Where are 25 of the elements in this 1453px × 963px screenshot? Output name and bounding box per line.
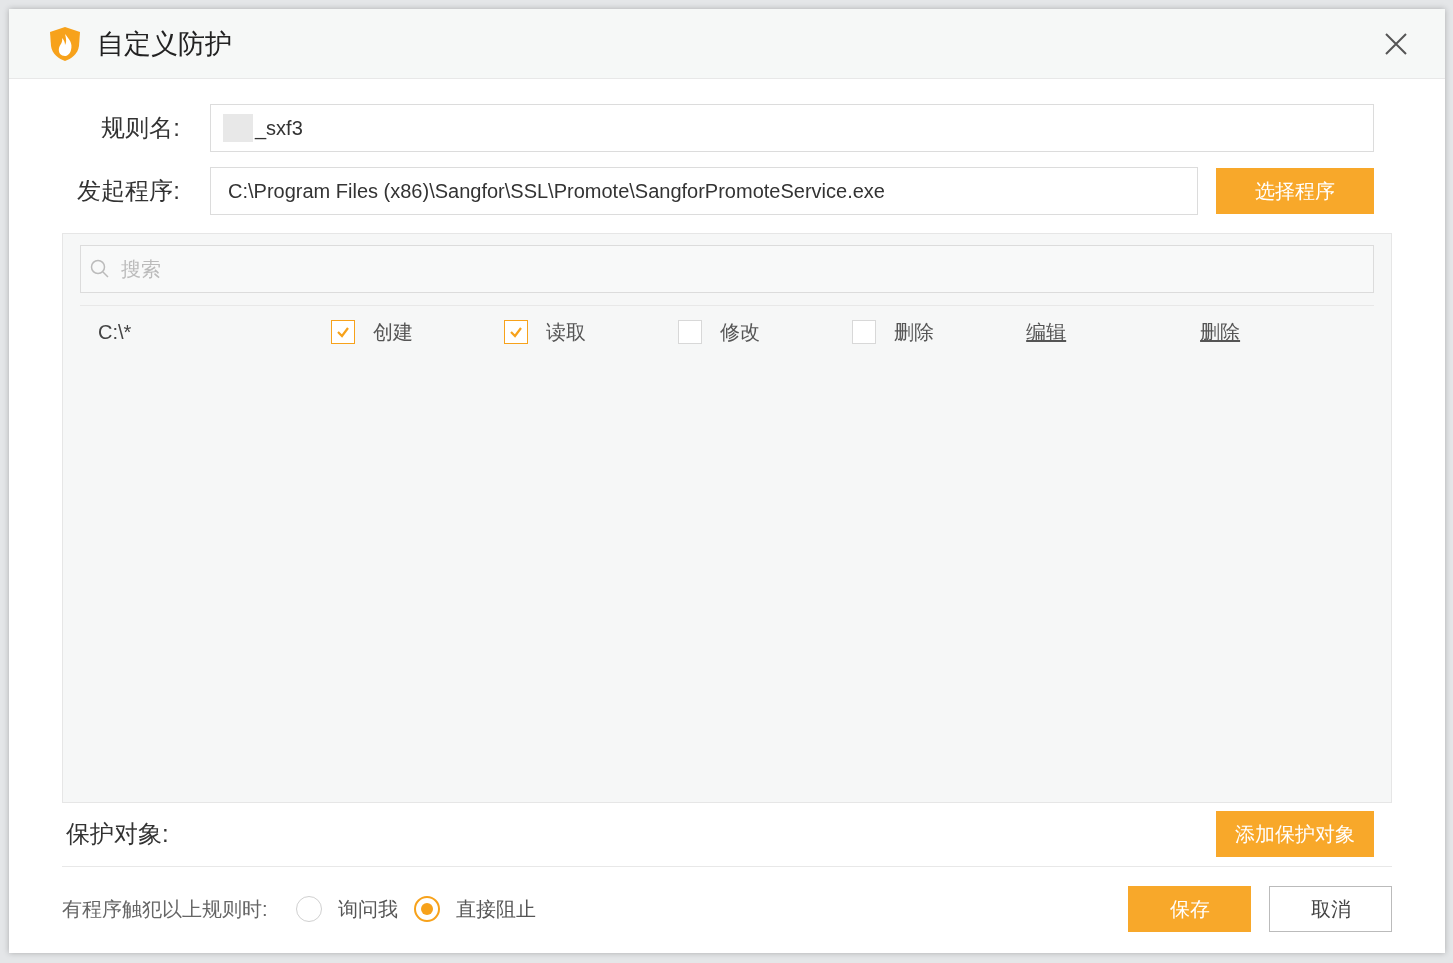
field-label: 规则名:: [100, 113, 180, 143]
checkbox-label: 读取: [546, 319, 587, 345]
checkbox[interactable]: [852, 320, 877, 344]
checkbox[interactable]: [504, 320, 529, 344]
shield-flame-icon: [49, 25, 81, 62]
checkbox-label: 创建: [372, 319, 413, 345]
checkbox[interactable]: [330, 320, 355, 344]
rule-name-field[interactable]: _sxf3: [210, 104, 1374, 152]
action-link[interactable]: 编辑: [1026, 318, 1201, 346]
checkbox-label: 修改: [720, 319, 761, 345]
field-label: 发起程序:: [76, 176, 180, 206]
section-label: 保护对象:: [66, 819, 169, 849]
checkbox[interactable]: [678, 320, 703, 344]
program-path-field[interactable]: C:\Program Files (x86)\Sangfor\SSL\Promote\SangforPromoteService.exe: [210, 167, 1198, 215]
radio-label: 直接阻止: [455, 896, 536, 922]
action-link[interactable]: 删除: [1200, 318, 1374, 346]
path-text: C:\*: [98, 320, 133, 344]
search-field[interactable]: 搜索: [80, 245, 1374, 293]
violation-label: 有程序触犯以上规则时:: [62, 896, 268, 922]
checkbox-label: 删除: [894, 319, 935, 345]
radio-label: 询问我: [337, 896, 398, 922]
close-icon[interactable]: [1385, 32, 1407, 55]
cancel-button[interactable]: 取消: [1269, 886, 1392, 932]
radio-button[interactable]: [413, 896, 440, 922]
window-title: 自定义防护: [97, 27, 232, 61]
